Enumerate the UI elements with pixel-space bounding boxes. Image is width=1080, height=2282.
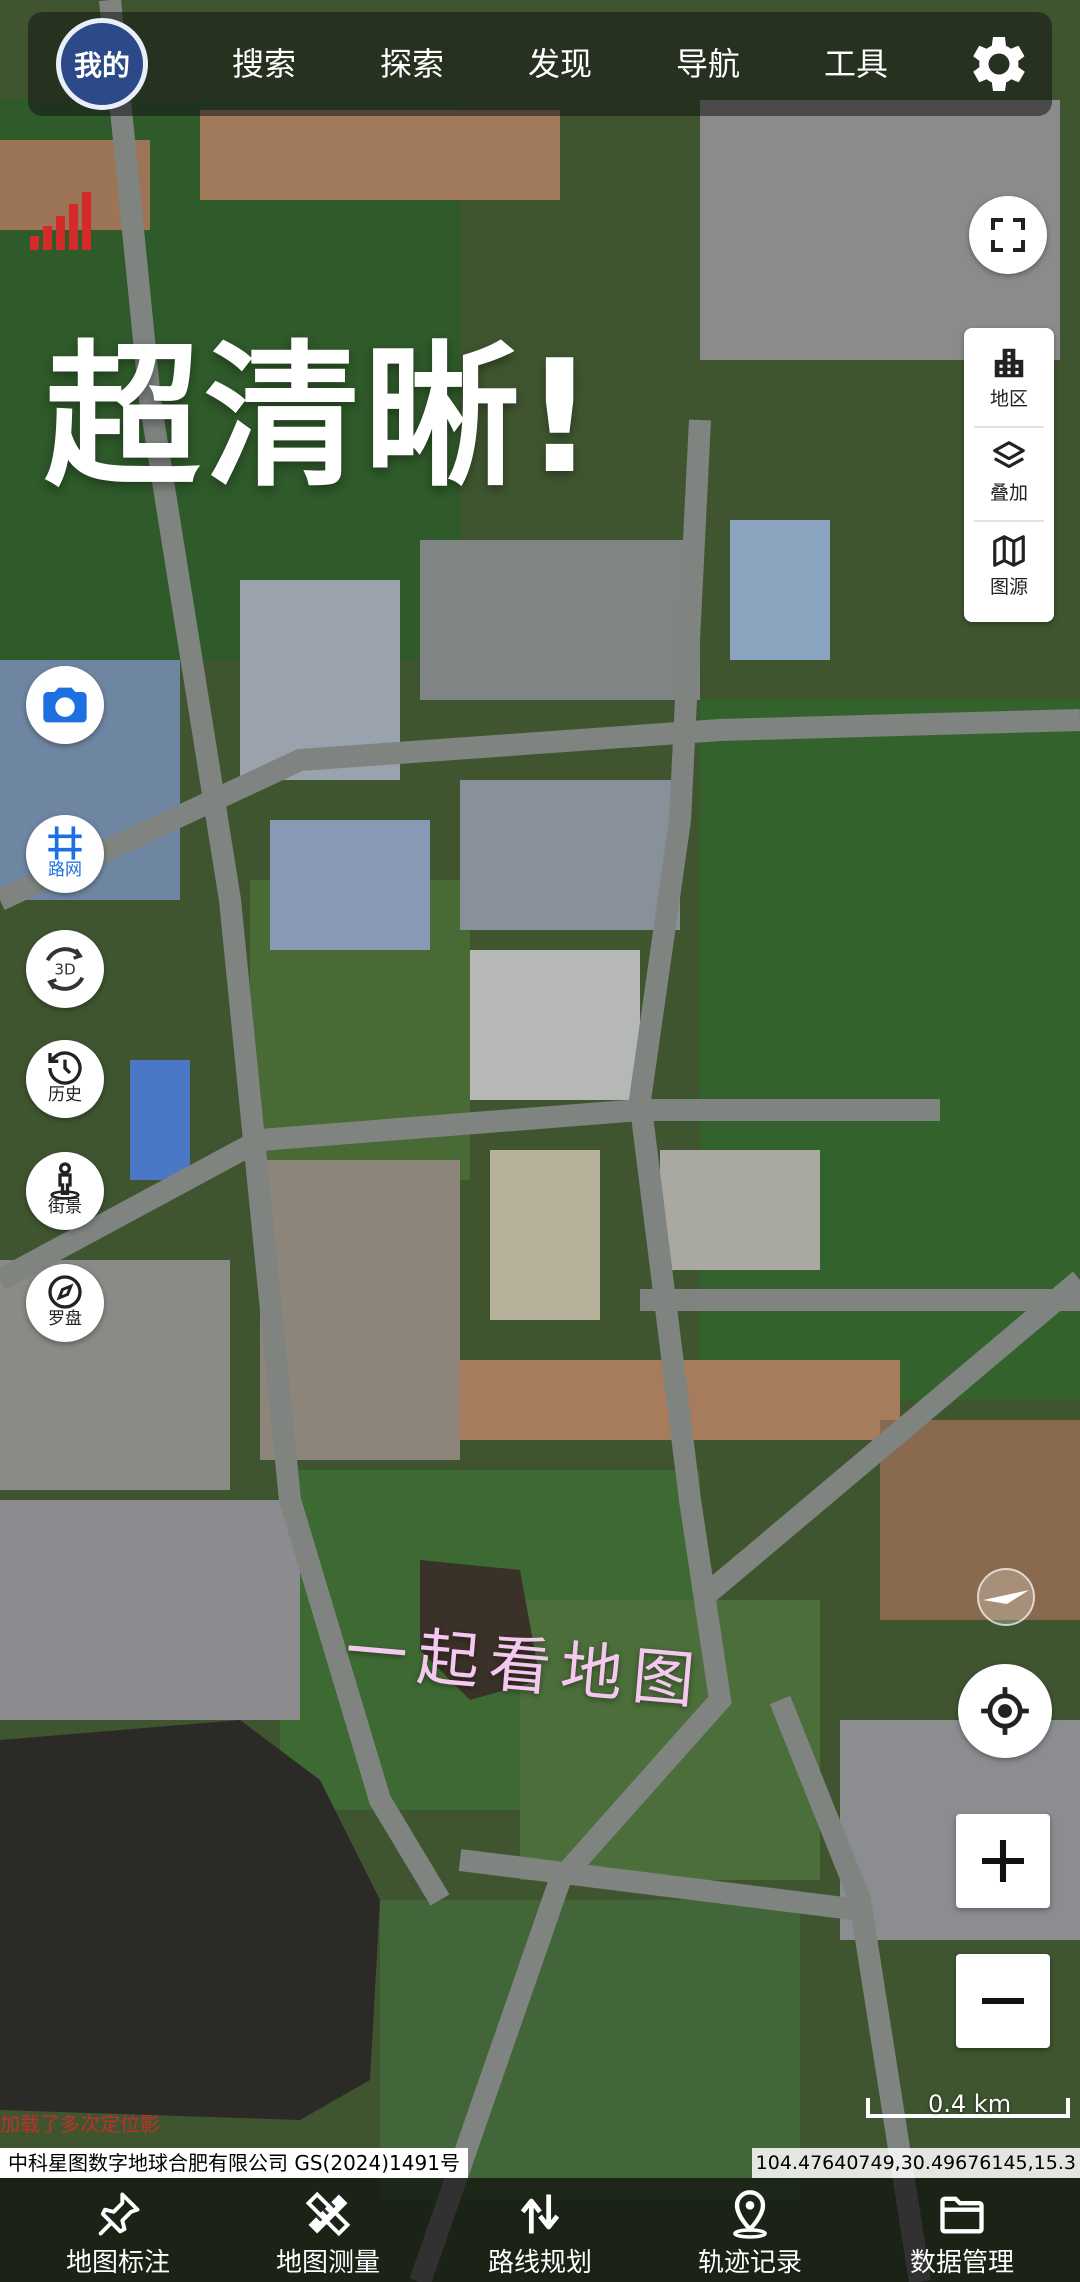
location-icon: [733, 2190, 767, 2239]
tab-track-record[interactable]: 轨迹记录: [650, 2178, 850, 2282]
tool-compass-button[interactable]: 罗盘: [26, 1264, 104, 1342]
plus-icon: [982, 1840, 1024, 1882]
layers-icon: [993, 441, 1025, 469]
history-icon: [48, 1051, 82, 1085]
tool-camera-button[interactable]: [26, 666, 104, 744]
layer-overlay-button[interactable]: 叠加: [964, 430, 1054, 518]
tool-history-button[interactable]: 历史: [26, 1040, 104, 1118]
map-copyright: 中科星图数字地球合肥有限公司 GS(2024)1491号: [0, 2148, 468, 2178]
3d-icon: 3D: [45, 947, 85, 991]
building-icon: [994, 348, 1024, 378]
nav-discover[interactable]: 发现: [516, 38, 604, 90]
tab-data-management-label: 数据管理: [909, 2248, 1014, 2278]
coordinates-readout: 104.47640749,30.49676145,15.3: [751, 2148, 1080, 2178]
north-arrow-icon[interactable]: [975, 1566, 1037, 1628]
tab-track-record-label: 轨迹记录: [697, 2248, 802, 2278]
signal-strength-icon: [30, 192, 91, 250]
scale-label: 0.4 km: [928, 2090, 1012, 2118]
nav-tools[interactable]: 工具: [812, 38, 900, 90]
folder-icon: [940, 2196, 984, 2234]
avatar-label: 我的: [73, 49, 130, 82]
pin-icon: [98, 2192, 140, 2236]
tab-route-planning-label: 路线规划: [487, 2248, 592, 2278]
zoom-out-button[interactable]: [956, 1954, 1050, 2048]
zoom-in-button[interactable]: [956, 1814, 1050, 1908]
layer-source-label: 图源: [989, 576, 1028, 598]
tool-street-view-button[interactable]: 街景: [26, 1152, 104, 1230]
tool-road-network-button[interactable]: 路网: [26, 815, 104, 893]
gear-icon[interactable]: [960, 28, 1032, 100]
street-view-icon: [50, 1162, 80, 1200]
svg-text:3D: 3D: [54, 960, 75, 978]
tool-history-label: 历史: [48, 1085, 82, 1105]
ruler-icon: [305, 2191, 351, 2237]
road-network-icon: [48, 826, 82, 860]
layer-region-button[interactable]: 地区: [964, 336, 1054, 424]
compass-icon: [48, 1275, 82, 1309]
layer-source-button[interactable]: 图源: [964, 524, 1054, 612]
tab-map-annotation[interactable]: 地图标注: [18, 2178, 218, 2282]
tab-data-management[interactable]: 数据管理: [862, 2178, 1062, 2282]
layer-overlay-label: 叠加: [989, 482, 1028, 504]
tab-map-measure[interactable]: 地图测量: [228, 2178, 428, 2282]
tool-compass-label: 罗盘: [48, 1309, 82, 1329]
map-watermark: 加载了多次定位影: [0, 2112, 160, 2136]
tab-map-measure-label: 地图测量: [275, 2248, 380, 2278]
tool-3d-button[interactable]: 3D: [26, 930, 104, 1008]
layer-panel: 地区 叠加 图源: [964, 328, 1054, 622]
nav-navigate[interactable]: 导航: [664, 38, 752, 90]
tool-street-view-label: 街景: [48, 1197, 82, 1217]
fullscreen-icon: [991, 218, 1025, 252]
crosshair-icon: [981, 1687, 1029, 1735]
tab-route-planning[interactable]: 路线规划: [440, 2178, 640, 2282]
camera-icon: [43, 687, 87, 723]
fullscreen-button[interactable]: [969, 196, 1047, 274]
map-icon: [993, 535, 1025, 567]
layer-region-label: 地区: [989, 388, 1028, 410]
top-nav-bar: 我的 搜索 探索 发现 导航 工具: [28, 12, 1052, 116]
route-icon: [520, 2194, 560, 2234]
nav-search[interactable]: 搜索: [220, 38, 308, 90]
tool-road-network-label: 路网: [48, 860, 82, 880]
nav-explore[interactable]: 探索: [368, 38, 456, 90]
minus-icon: [982, 1997, 1024, 2005]
headline-text: 超清晰!: [44, 326, 600, 508]
tab-map-annotation-label: 地图标注: [65, 2248, 170, 2278]
user-avatar-button[interactable]: 我的: [56, 18, 148, 110]
locate-me-button[interactable]: [958, 1664, 1052, 1758]
bottom-tab-bar: 地图标注 地图测量 路线规划 轨迹记录 数据管理: [0, 2178, 1080, 2282]
